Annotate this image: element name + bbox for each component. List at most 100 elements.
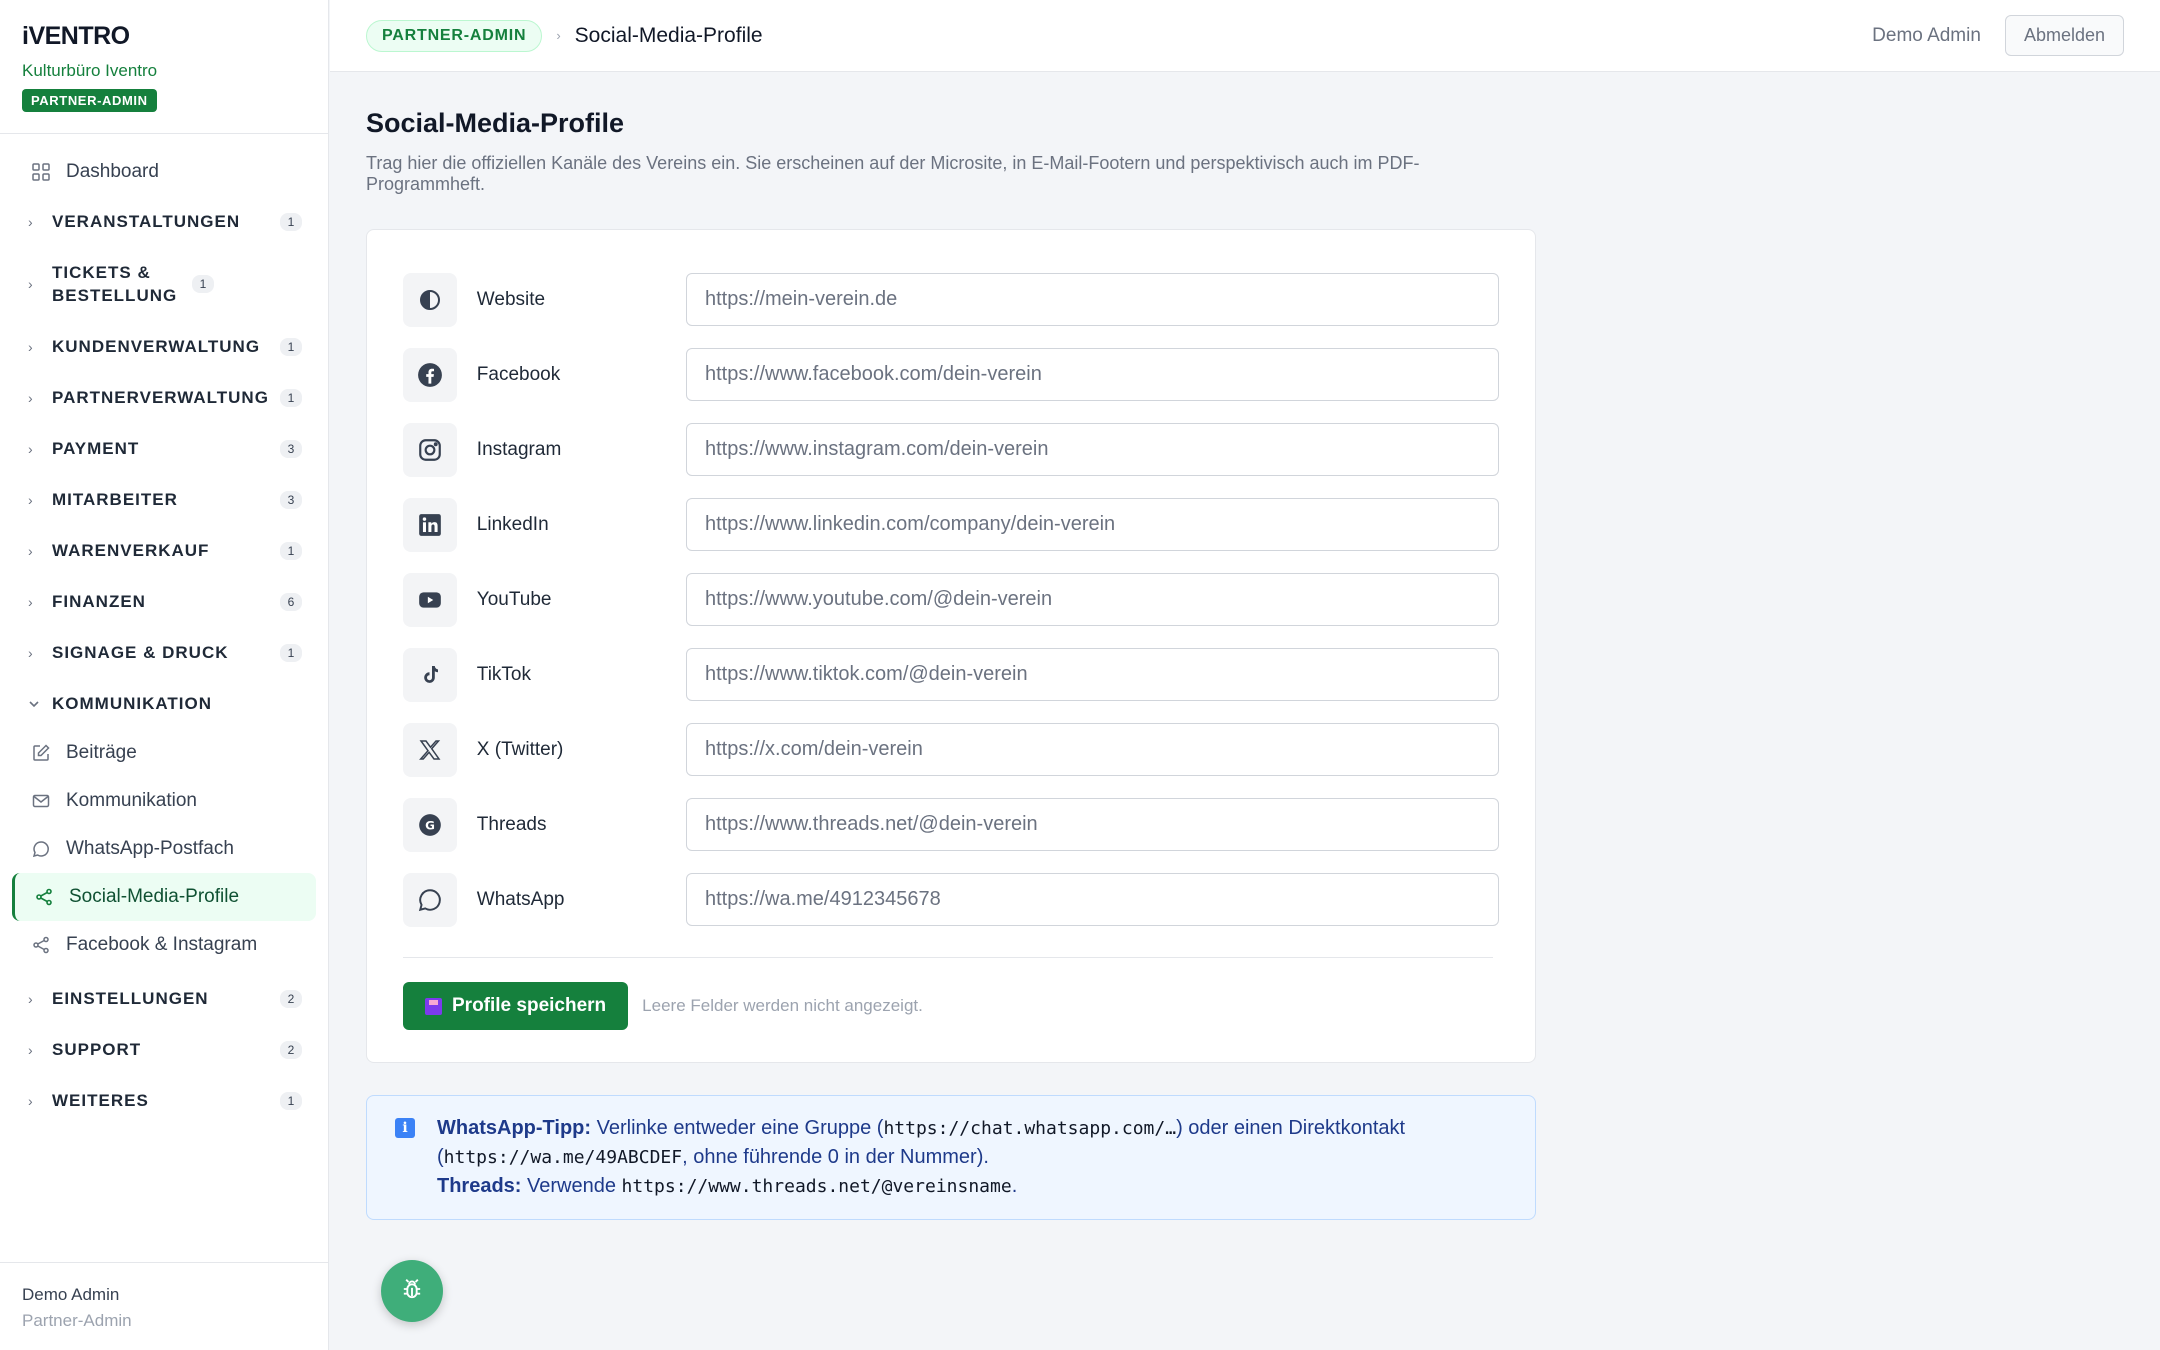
youtube-url-input[interactable] bbox=[685, 573, 1499, 626]
topbar-user: Demo Admin bbox=[1872, 24, 1981, 46]
section-count: 1 bbox=[192, 275, 214, 293]
linkedin-url-input[interactable] bbox=[685, 498, 1499, 551]
brand-logo[interactable]: iVENTRO bbox=[22, 22, 306, 51]
sidebar-item-kommunikation[interactable]: Kommunikation bbox=[12, 777, 316, 825]
profile-row-facebook: Facebook bbox=[403, 337, 1499, 412]
section-label: PARTNERVERWALTUNG bbox=[52, 388, 269, 407]
profile-label: Facebook bbox=[476, 363, 561, 385]
website-url-input[interactable] bbox=[685, 273, 1499, 326]
tiktok-icon bbox=[403, 647, 457, 702]
brand-org: Kulturbüro Iventro bbox=[22, 61, 158, 80]
profiles-card: Website Facebook Instagram LinkedIn bbox=[366, 229, 1536, 1063]
whatsapp-url-input[interactable] bbox=[685, 873, 1499, 926]
sidebar-item-label: WhatsApp-Postfach bbox=[66, 838, 234, 859]
breadcrumb-badge: PARTNER-ADMIN bbox=[366, 19, 543, 52]
sidebar-section-kundenverwaltung[interactable]: › KUNDENVERWALTUNG 1 bbox=[12, 321, 316, 372]
page-description: Trag hier die offiziellen Kanäle des Ver… bbox=[366, 153, 1420, 194]
tip-code: https://www.threads.net/@vereinsname bbox=[621, 1176, 1012, 1197]
tip-text: . bbox=[1011, 1175, 1018, 1197]
chevron-right-icon: › bbox=[28, 990, 33, 1007]
sidebar-item-beitraege[interactable]: Beiträge bbox=[12, 729, 316, 777]
section-count: 1 bbox=[280, 541, 302, 560]
linkedin-icon bbox=[403, 497, 457, 552]
brand: iVENTRO Kulturbüro Iventro PARTNER-ADMIN bbox=[0, 0, 328, 134]
profile-label: LinkedIn bbox=[476, 513, 549, 535]
save-profiles-button[interactable]: Profile speichern bbox=[403, 982, 629, 1030]
chevron-down-icon bbox=[28, 698, 46, 710]
sidebar-section-weiteres[interactable]: › WEITERES 1 bbox=[12, 1075, 316, 1126]
profile-row-threads: G Threads bbox=[403, 787, 1499, 862]
pencil-icon bbox=[30, 742, 52, 764]
card-actions: Profile speichern Leere Felder werden ni… bbox=[403, 982, 1499, 1030]
sidebar-item-label: Social-Media-Profile bbox=[69, 886, 240, 907]
x-url-input[interactable] bbox=[685, 723, 1499, 776]
sidebar-nav: Dashboard › VERANSTALTUNGEN 1 › TICKETS … bbox=[0, 134, 328, 1126]
sidebar-section-warenverkauf[interactable]: › WARENVERKAUF 1 bbox=[12, 525, 316, 576]
sidebar-section-mitarbeiter[interactable]: › MITARBEITER 3 bbox=[12, 474, 316, 525]
tip-body: WhatsApp-Tipp: Verlinke entweder eine Gr… bbox=[437, 1114, 1509, 1201]
sidebar-section-payment[interactable]: › PAYMENT 3 bbox=[12, 423, 316, 474]
threads-icon: G bbox=[403, 797, 457, 852]
sidebar-section-tickets[interactable]: › TICKETS & BESTELLUNG 1 bbox=[12, 247, 316, 321]
profile-label: Instagram bbox=[476, 438, 562, 460]
profile-row-x: X (Twitter) bbox=[403, 712, 1499, 787]
sidebar-user-role: Partner-Admin bbox=[22, 1311, 132, 1330]
card-divider bbox=[403, 957, 1493, 958]
section-count: 1 bbox=[280, 337, 302, 356]
sidebar-item-whatsapp-postfach[interactable]: WhatsApp-Postfach bbox=[12, 825, 316, 873]
section-label: KUNDENVERWALTUNG bbox=[52, 337, 261, 356]
tip-code: https://chat.whatsapp.com/… bbox=[883, 1118, 1177, 1139]
profile-row-instagram: Instagram bbox=[403, 412, 1499, 487]
website-icon bbox=[403, 272, 457, 327]
profile-label: WhatsApp bbox=[476, 888, 565, 910]
sidebar-section-support[interactable]: › SUPPORT 2 bbox=[12, 1024, 316, 1075]
sidebar-item-facebook-instagram[interactable]: Facebook & Instagram bbox=[12, 921, 316, 969]
sidebar-item-social-media-profile[interactable]: Social-Media-Profile bbox=[12, 873, 316, 921]
threads-url-input[interactable] bbox=[685, 798, 1499, 851]
youtube-icon bbox=[403, 572, 457, 627]
chevron-right-icon: › bbox=[28, 542, 33, 559]
sidebar-section-veranstaltungen[interactable]: › VERANSTALTUNGEN 1 bbox=[12, 196, 316, 247]
section-count: 2 bbox=[280, 989, 302, 1008]
empty-fields-hint: Leere Felder werden nicht angezeigt. bbox=[642, 996, 923, 1015]
floppy-disk-icon bbox=[425, 997, 442, 1015]
section-label: KOMMUNIKATION bbox=[52, 694, 212, 713]
profile-row-tiktok: TikTok bbox=[403, 637, 1499, 712]
sidebar-section-einstellungen[interactable]: › EINSTELLUNGEN 2 bbox=[12, 973, 316, 1024]
facebook-url-input[interactable] bbox=[685, 348, 1499, 401]
share-icon bbox=[30, 934, 52, 956]
instagram-url-input[interactable] bbox=[685, 423, 1499, 476]
profile-row-youtube: YouTube bbox=[403, 562, 1499, 637]
chevron-right-icon: › bbox=[28, 593, 33, 610]
sidebar-section-kommunikation[interactable]: KOMMUNIKATION bbox=[12, 678, 316, 729]
svg-text:G: G bbox=[425, 818, 435, 832]
chevron-right-icon: › bbox=[28, 491, 33, 508]
bug-report-button[interactable] bbox=[381, 1260, 443, 1322]
profile-label: Threads bbox=[476, 813, 547, 835]
section-count: 1 bbox=[280, 388, 302, 407]
section-count: 1 bbox=[280, 643, 302, 662]
info-icon: i bbox=[395, 1118, 415, 1138]
role-badge: PARTNER-ADMIN bbox=[22, 89, 157, 112]
tip-threads-title: Threads: bbox=[437, 1175, 522, 1197]
profile-label: Website bbox=[476, 288, 546, 310]
sidebar-section-signage[interactable]: › SIGNAGE & DRUCK 1 bbox=[12, 627, 316, 678]
sidebar-item-dashboard[interactable]: Dashboard bbox=[12, 148, 316, 196]
chevron-right-icon: › bbox=[28, 1092, 33, 1109]
sidebar-item-label: Kommunikation bbox=[66, 790, 197, 811]
chevron-right-icon: › bbox=[28, 389, 33, 406]
sidebar-user-name: Demo Admin bbox=[22, 1285, 120, 1304]
section-label: PAYMENT bbox=[52, 439, 140, 458]
chevron-right-icon: › bbox=[28, 440, 33, 457]
sidebar-section-partnerverwaltung[interactable]: › PARTNERVERWALTUNG 1 bbox=[12, 372, 316, 423]
section-label: SIGNAGE & DRUCK bbox=[52, 643, 229, 662]
tiktok-url-input[interactable] bbox=[685, 648, 1499, 701]
chevron-right-icon: › bbox=[28, 276, 33, 292]
tip-text: Verwende bbox=[521, 1175, 622, 1197]
section-count: 1 bbox=[280, 212, 302, 231]
section-label: WEITERES bbox=[52, 1091, 149, 1110]
section-count: 6 bbox=[280, 592, 302, 611]
logout-button[interactable]: Abmelden bbox=[2004, 15, 2124, 56]
sidebar-section-finanzen[interactable]: › FINANZEN 6 bbox=[12, 576, 316, 627]
profile-row-linkedin: LinkedIn bbox=[403, 487, 1499, 562]
